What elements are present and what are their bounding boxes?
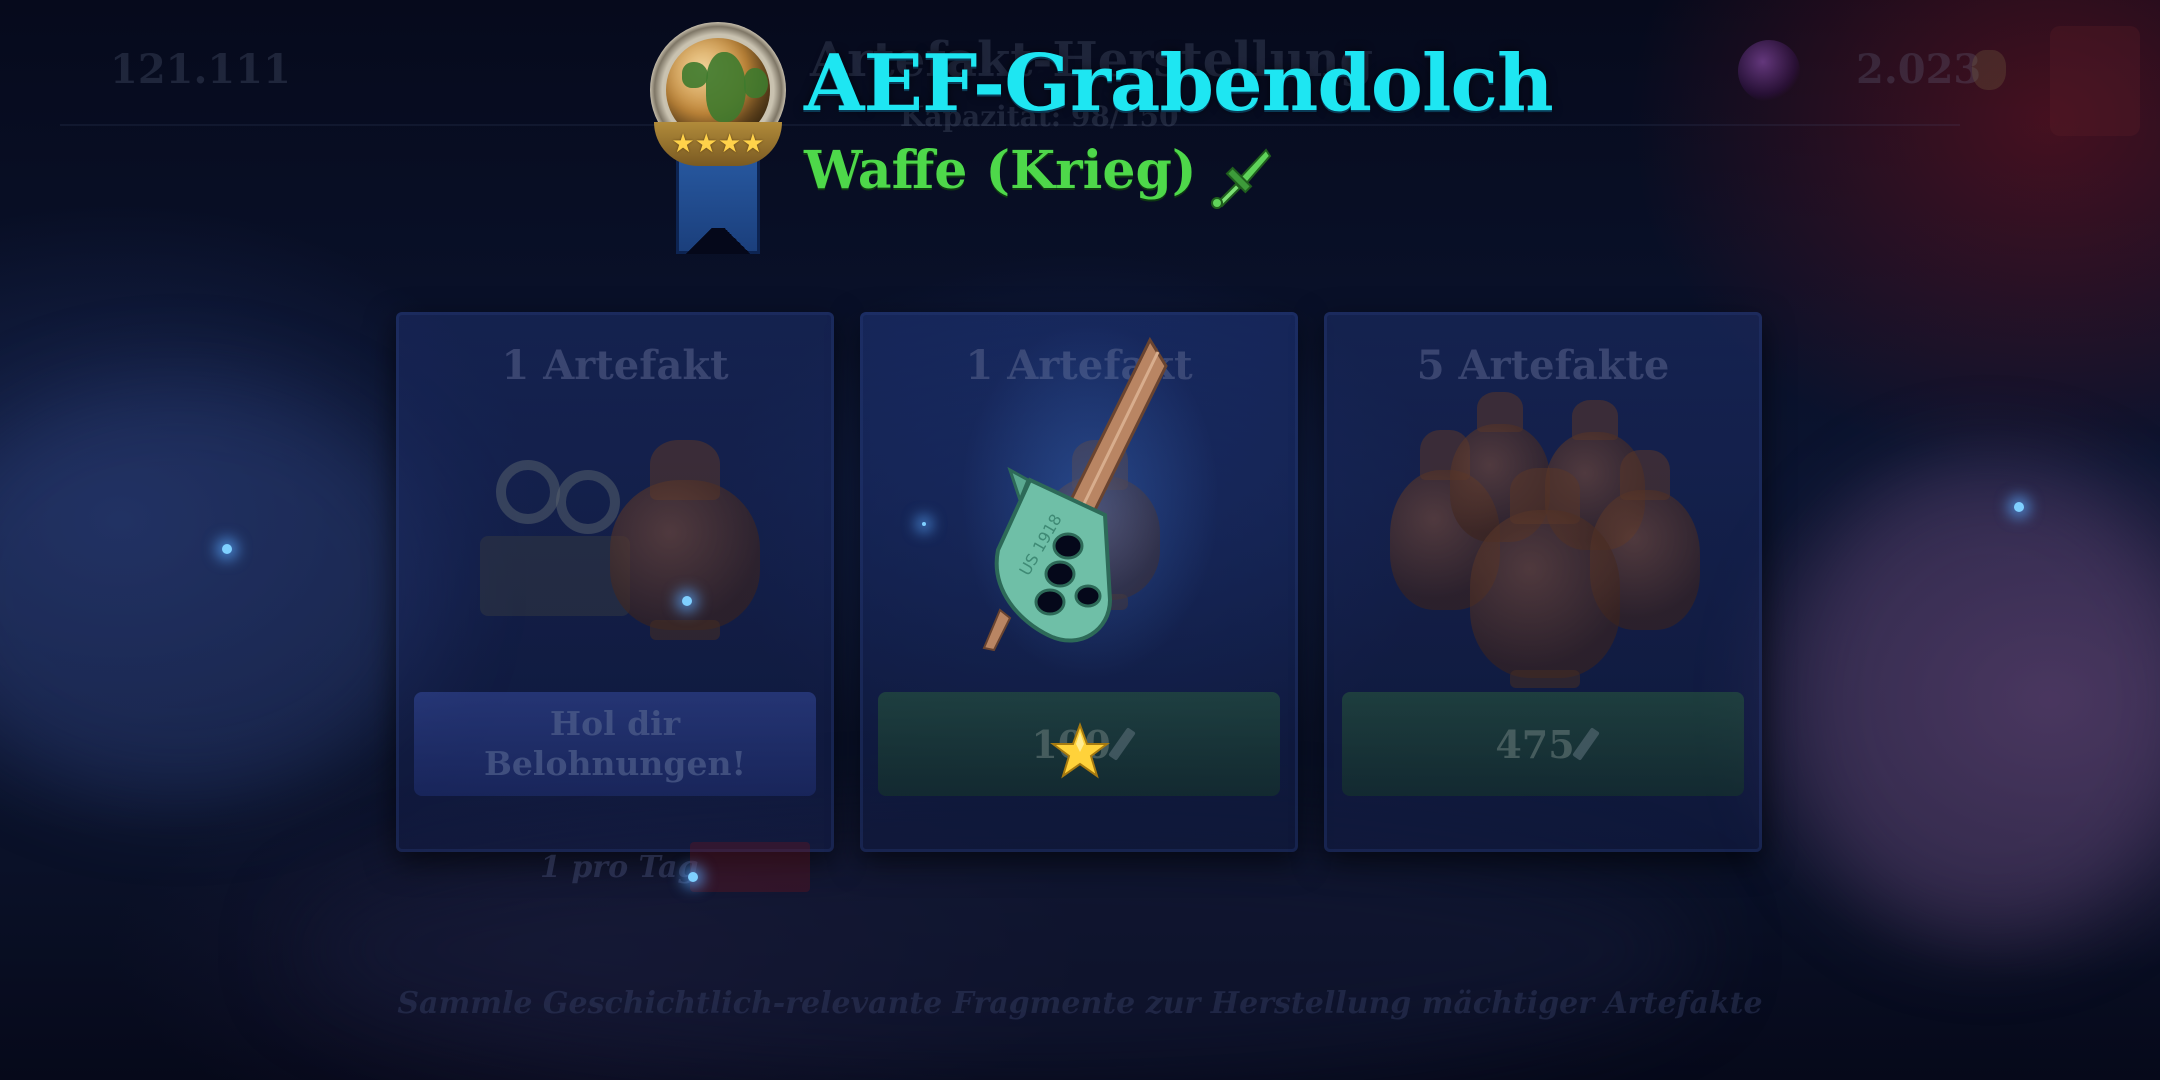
daily-limit-note: 1 pro Tag (540, 850, 699, 885)
quill-icon (1571, 727, 1600, 761)
game-scene: 121.111 Artefakt-Herstellung Kapazität: … (0, 0, 2160, 1080)
artifact-name: AEF-Grabendolch (804, 38, 1554, 129)
haze-right (1780, 460, 2160, 940)
trench-knife-icon: US 1918 (982, 336, 1168, 652)
coin-icon (1972, 50, 2006, 90)
currency-right-value: 2.023 (1856, 46, 1982, 93)
side-menu-button[interactable] (2050, 26, 2140, 136)
camera-reel (496, 460, 560, 524)
sparkle (222, 544, 232, 554)
film-camera-icon (460, 460, 630, 630)
achievement-medal: ★★★★ (650, 22, 786, 254)
footer-hint: Sammle Geschichtlich-relevante Fragmente… (397, 986, 1763, 1021)
haze-left (0, 380, 440, 800)
quill-icon (1107, 727, 1136, 761)
currency-left-value: 121.111 (110, 46, 291, 93)
haze-bottom (300, 820, 1700, 1080)
medal-stars: ★★★★ (654, 122, 782, 166)
sparkle (922, 522, 926, 526)
camera-body (480, 536, 630, 616)
craft-five-button[interactable]: 475 (1342, 692, 1744, 796)
artifact-type: Waffe (Krieg) (804, 140, 1197, 201)
gem-icon (1738, 40, 1800, 102)
sparkle (688, 872, 698, 882)
sword-icon (1211, 148, 1272, 209)
card-title: 1 Artefakt (501, 342, 729, 389)
claim-rewards-button[interactable]: Hol dir Belohnungen! (414, 692, 816, 796)
vase-icon (1470, 468, 1620, 688)
star-icon (1050, 722, 1110, 779)
timer-tab (690, 842, 810, 892)
sparkle (682, 596, 692, 606)
card-title: 5 Artefakte (1416, 342, 1670, 389)
cost-value: 475 (1495, 721, 1575, 767)
sparkle (2014, 502, 2024, 512)
